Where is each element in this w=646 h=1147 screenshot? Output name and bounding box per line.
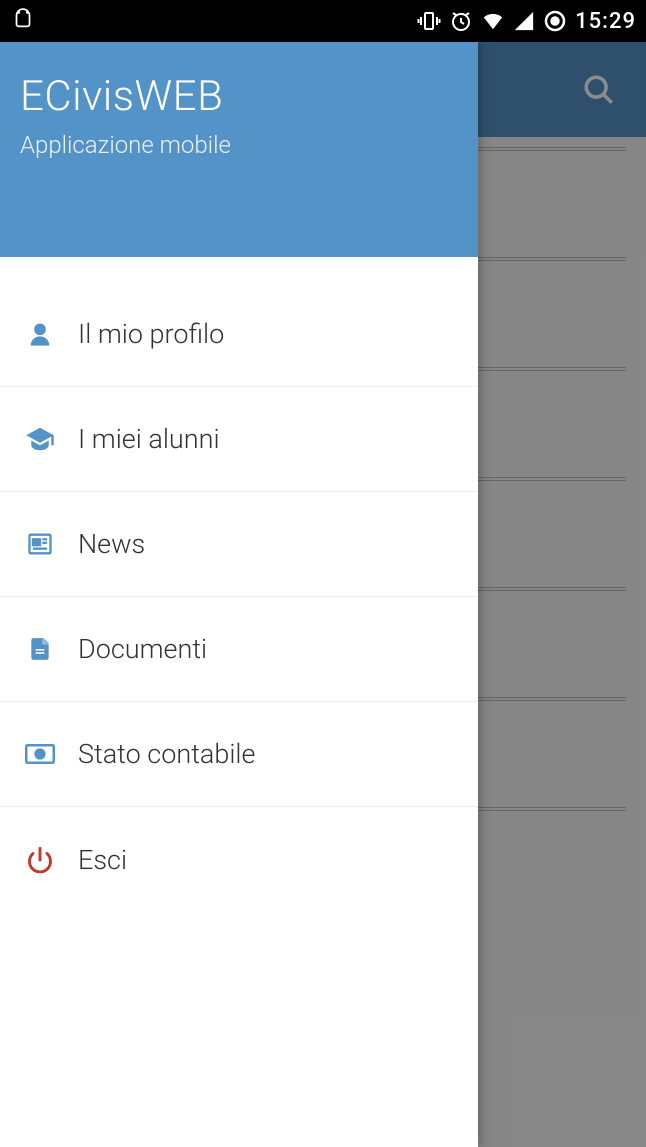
menu-label: Il mio profilo [78,318,224,350]
target-icon [543,9,567,33]
money-icon [22,736,58,772]
menu-label: Documenti [78,633,207,665]
navigation-drawer: ECivisWEB Applicazione mobile Il mio pro… [0,42,478,1147]
android-icon [10,8,36,34]
status-bar: 15:29 [0,0,646,42]
status-right: 15:29 [417,9,636,34]
alarm-icon [449,9,473,33]
graduation-icon [22,421,58,457]
signal-icon [513,10,535,32]
user-icon [22,316,58,352]
menu-item-documents[interactable]: Documenti [0,597,478,702]
menu-item-news[interactable]: News [0,492,478,597]
menu-label: I miei alunni [78,423,220,455]
wifi-icon [481,10,505,32]
status-left [10,8,36,34]
vibrate-icon [417,9,441,33]
drawer-title: ECivisWEB [20,72,458,121]
drawer-menu: Il mio profilo I miei alunni News [0,257,478,1147]
newspaper-icon [22,526,58,562]
menu-item-students[interactable]: I miei alunni [0,387,478,492]
menu-label: Stato contabile [78,738,255,770]
menu-label: News [78,528,145,560]
menu-item-accounting[interactable]: Stato contabile [0,702,478,807]
status-time: 15:29 [575,9,636,34]
menu-label: Esci [78,844,127,876]
menu-item-exit[interactable]: Esci [0,807,478,912]
drawer-header: ECivisWEB Applicazione mobile [0,42,478,257]
document-icon [22,631,58,667]
menu-item-profile[interactable]: Il mio profilo [0,282,478,387]
drawer-subtitle: Applicazione mobile [20,131,458,159]
power-icon [22,842,58,878]
